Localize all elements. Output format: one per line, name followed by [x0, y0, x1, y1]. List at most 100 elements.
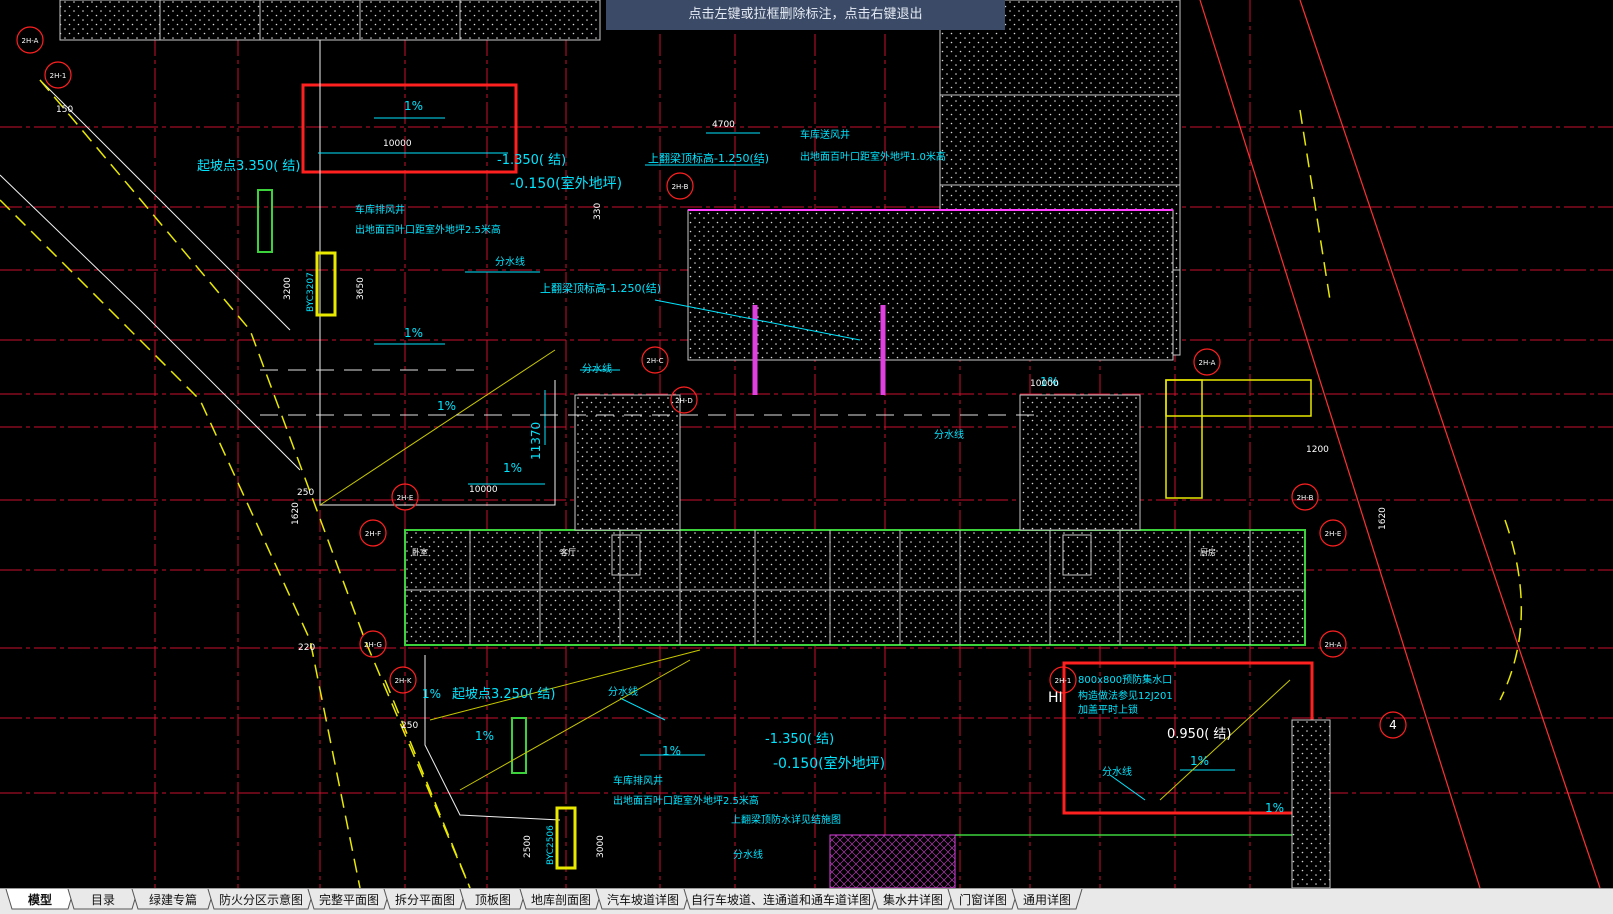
stair-hatch-right: [1291, 719, 1331, 889]
shaft-tag: BYC2506: [546, 825, 556, 865]
layout-tab[interactable]: 拆分平面图: [383, 889, 467, 910]
exhaust-shaft-title: 车库排风井: [613, 774, 663, 787]
layout-tab[interactable]: 地库剖面图: [519, 889, 603, 910]
elevation-label: -1.350( 结): [765, 732, 834, 747]
tab-label: 完整平面图: [319, 892, 379, 907]
slope-label: 1%: [437, 399, 456, 413]
elevation-label: 0.950( 结): [1167, 727, 1232, 742]
axis-bubble: 2H-A: [1193, 348, 1221, 376]
layout-tabs-svg: 模型 目录 绿建专篇 防火分区示意图 完整平面图 拆分平面图 顶板图 地库剖面图 汽车坡道详图自…: [5, 889, 1083, 910]
dimension-label: 3200: [283, 277, 293, 300]
layout-tab[interactable]: 门窗详图: [947, 889, 1019, 910]
dimension-label: 250: [401, 721, 418, 731]
tab-label: 模型: [28, 892, 52, 907]
divide-line-label: 分水线: [582, 362, 612, 375]
svg-text:2H-G: 2H-G: [364, 641, 382, 649]
tab-label: 集水井详图: [883, 892, 943, 907]
divide-line-label: 分水线: [1102, 765, 1132, 778]
slope-start-label: 起坡点3.350( 结): [197, 159, 301, 174]
intake-shaft-note: 出地面百叶口距室外地坪1.0米高: [800, 150, 946, 163]
dimension-label: 250: [297, 488, 314, 498]
divide-line-label: 分水线: [495, 255, 525, 268]
tab-label: 拆分平面图: [395, 892, 455, 907]
svg-text:2H-D: 2H-D: [675, 397, 693, 405]
tab-label: 通用详图: [1023, 892, 1071, 907]
layout-tab[interactable]: 模型: [5, 889, 75, 910]
dimension-label: 1620: [291, 502, 301, 525]
axis-bubble: 2H-1: [44, 61, 72, 89]
tab-label: 自行车坡道、连通道和通车道详图: [691, 892, 871, 907]
axis-bubble: 2H-D: [670, 386, 698, 414]
layout-tab[interactable]: 目录: [67, 889, 139, 910]
exhaust-shaft-title: 车库排风井: [355, 203, 405, 216]
divide-line-label: 分水线: [733, 848, 763, 861]
axis-bubble: 4: [1379, 711, 1407, 739]
tab-label: 门窗详图: [959, 892, 1007, 907]
dimension-label: 220: [298, 643, 315, 653]
cad-drawing-canvas[interactable]: 2H-A 2H-1 2H-B 2H-C 2H-D 2H-E 2H-F 2H-G …: [0, 0, 1613, 889]
layout-tab[interactable]: 自行车坡道、连通道和通车道详图: [683, 889, 879, 910]
axis-bubble: 2H-B: [666, 172, 694, 200]
axis-bubble: 2H-C: [641, 346, 669, 374]
layout-tab[interactable]: 汽车坡道详图: [595, 889, 691, 910]
svg-text:2H-E: 2H-E: [397, 494, 414, 502]
beam-waterproof-label: 上翻梁顶防水详见结施图: [731, 813, 841, 826]
exhaust-shaft-note: 出地面百叶口距室外地坪2.5米高: [613, 794, 759, 807]
drain-note: 构造做法参见12J201: [1078, 689, 1173, 702]
room-label: 厨房: [1200, 547, 1216, 557]
layout-tab[interactable]: 通用详图: [1011, 889, 1083, 910]
drain-note: 加盖平时上锁: [1078, 703, 1138, 716]
svg-text:2H-K: 2H-K: [395, 677, 412, 685]
layout-tab[interactable]: 顶板图: [459, 889, 527, 910]
elevation-label: -0.150(室外地坪): [510, 175, 622, 192]
axis-bubble: 2H-E: [1319, 519, 1347, 547]
svg-text:2H-E: 2H-E: [1325, 530, 1342, 538]
svg-text:2H-A: 2H-A: [1199, 359, 1216, 367]
layout-tab[interactable]: 完整平面图: [307, 889, 391, 910]
dimension-label: 2500: [523, 835, 533, 858]
divide-line-label: 分水线: [934, 428, 964, 441]
dimension-label: 10000: [469, 485, 498, 495]
tab-label: 汽车坡道详图: [607, 892, 679, 907]
slope-label: 1%: [1265, 801, 1284, 815]
dimension-label: 3000: [596, 835, 606, 858]
slope-label: 1%: [1190, 754, 1209, 768]
intake-shaft-title: 车库送风井: [800, 128, 850, 141]
tab-label: 防火分区示意图: [219, 892, 303, 907]
svg-text:2H-1: 2H-1: [1055, 677, 1072, 685]
dimension-label: 150: [56, 105, 73, 115]
svg-text:2H-C: 2H-C: [646, 357, 663, 365]
axis-bubble: 2H-B: [1291, 483, 1319, 511]
axis-bubble: 2H-K: [389, 666, 417, 694]
site-boundary: [0, 40, 561, 821]
dimension-label: 3650: [356, 277, 366, 300]
layout-tab[interactable]: 防火分区示意图: [207, 889, 315, 910]
svg-text:2H-F: 2H-F: [365, 530, 381, 538]
elevation-label: -0.150(室外地坪): [773, 755, 885, 772]
layout-tab[interactable]: 集水井详图: [871, 889, 955, 910]
slope-label: 1%: [422, 687, 441, 701]
svg-text:2H-1: 2H-1: [50, 72, 67, 80]
stair-hatch-magenta: [829, 834, 956, 889]
slope-label: 1%: [503, 461, 522, 475]
svg-text:2H-B: 2H-B: [1297, 494, 1314, 502]
axis-bubble: 2H-A: [16, 26, 44, 54]
dimension-label: 1620: [1378, 507, 1388, 530]
tab-label: 顶板图: [475, 893, 511, 907]
beam-elevation-label: 上翻梁顶标高-1.250(结): [540, 281, 661, 295]
room-label: 客厅: [560, 547, 576, 557]
beam-elevation-label: 上翻梁顶标高-1.250(结): [648, 151, 769, 165]
svg-text:2H-A: 2H-A: [1325, 641, 1342, 649]
slope-start-label: 起坡点3.250( 结): [452, 687, 556, 702]
dimension-label: 10000: [383, 139, 412, 149]
red-site-lines: [1199, 0, 1601, 889]
axis-bubble: 2H-F: [359, 519, 387, 547]
room-label: 卧室: [412, 547, 428, 557]
tab-label: 目录: [91, 893, 115, 907]
shaft-tag: BYC3207: [306, 272, 316, 312]
tab-label: 地库剖面图: [531, 892, 591, 907]
dimension-label: 11370: [529, 422, 543, 460]
cad-drawing-svg[interactable]: 2H-A 2H-1 2H-B 2H-C 2H-D 2H-E 2H-F 2H-G …: [0, 0, 1613, 889]
layout-tab[interactable]: 绿建专篇: [131, 889, 215, 910]
tooltip-text: 点击左键或拉框删除标注，点击右键退出: [688, 7, 923, 22]
